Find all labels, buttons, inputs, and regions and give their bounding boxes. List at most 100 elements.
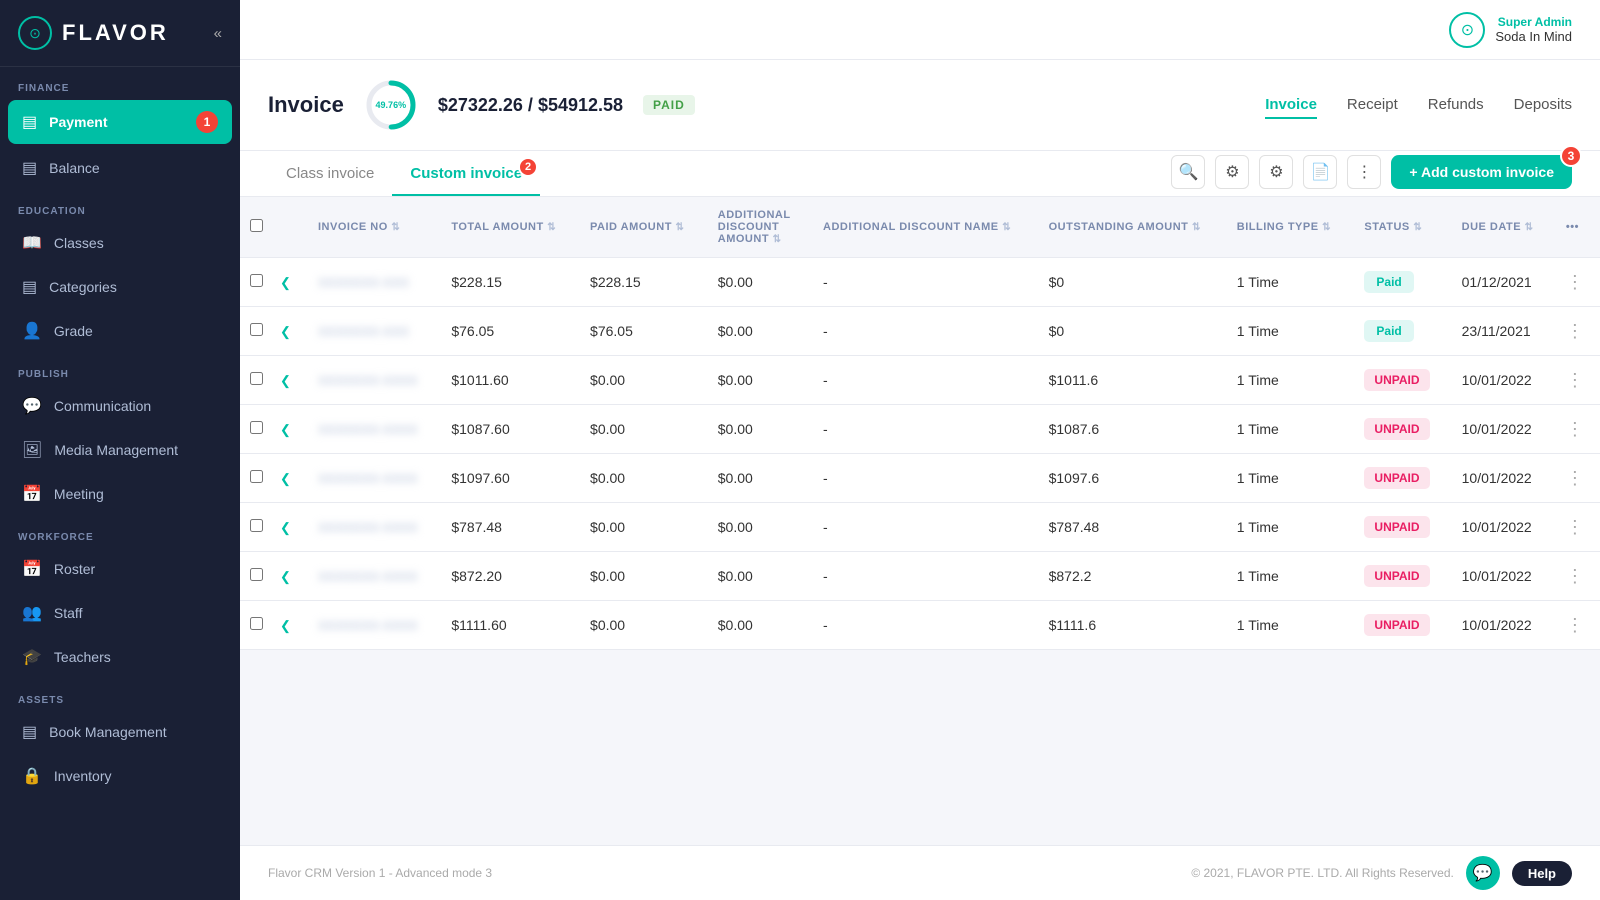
actions-cell[interactable]: ⋮ <box>1552 307 1600 356</box>
more-button[interactable]: ⋮ <box>1347 155 1381 189</box>
actions-cell[interactable]: ⋮ <box>1552 258 1600 307</box>
footer-help-button[interactable]: Help <box>1512 861 1572 886</box>
checkbox-cell[interactable] <box>240 405 276 454</box>
checkbox-cell[interactable] <box>240 258 276 307</box>
expand-cell[interactable]: ❮ <box>276 405 304 454</box>
tab-refunds[interactable]: Refunds <box>1428 92 1484 119</box>
row-checkbox[interactable] <box>250 274 263 287</box>
sidebar-chevron[interactable]: « <box>214 25 222 42</box>
additional-discount-amount-cell: $0.00 <box>704 258 809 307</box>
row-actions-button[interactable]: ⋮ <box>1566 321 1584 342</box>
col-due-date[interactable]: DUE DATE ⇅ <box>1448 197 1552 258</box>
tab-deposits[interactable]: Deposits <box>1514 92 1572 119</box>
row-actions-button[interactable]: ⋮ <box>1566 370 1584 391</box>
row-checkbox[interactable] <box>250 617 263 630</box>
col-total-amount[interactable]: TOTAL AMOUNT ⇅ <box>437 197 576 258</box>
row-checkbox[interactable] <box>250 519 263 532</box>
total-amount-cell: $1087.60 <box>437 405 576 454</box>
row-actions-button[interactable]: ⋮ <box>1566 615 1584 636</box>
expand-button[interactable]: ❮ <box>280 471 291 487</box>
row-checkbox[interactable] <box>250 568 263 581</box>
sidebar-item-communication[interactable]: 💬 Communication <box>8 385 232 427</box>
sidebar-logo[interactable]: ⊙ FLAVOR « <box>0 0 240 67</box>
col-additional-discount-name[interactable]: ADDITIONAL DISCOUNT NAME ⇅ <box>809 197 1035 258</box>
col-billing-type[interactable]: BILLING TYPE ⇅ <box>1223 197 1351 258</box>
checkbox-cell[interactable] <box>240 503 276 552</box>
additional-discount-amount-cell: $0.00 <box>704 454 809 503</box>
actions-cell[interactable]: ⋮ <box>1552 405 1600 454</box>
tab-invoice[interactable]: Invoice <box>1265 92 1317 119</box>
col-paid-amount[interactable]: PAID AMOUNT ⇅ <box>576 197 704 258</box>
col-status[interactable]: STATUS ⇅ <box>1350 197 1447 258</box>
row-actions-button[interactable]: ⋮ <box>1566 419 1584 440</box>
sidebar-item-categories[interactable]: ▤ Categories <box>8 266 232 308</box>
additional-discount-amount-cell: $0.00 <box>704 356 809 405</box>
sidebar-item-teachers[interactable]: 🎓 Teachers <box>8 636 232 678</box>
expand-cell[interactable]: ❮ <box>276 258 304 307</box>
subtab-class-invoice[interactable]: Class invoice <box>268 151 392 196</box>
actions-cell[interactable]: ⋮ <box>1552 552 1600 601</box>
row-actions-button[interactable]: ⋮ <box>1566 272 1584 293</box>
search-button[interactable]: 🔍 <box>1171 155 1205 189</box>
classes-icon: 📖 <box>22 233 42 253</box>
media-icon: 🖼 <box>22 440 42 460</box>
checkbox-cell[interactable] <box>240 454 276 503</box>
subtab-custom-invoice[interactable]: Custom invoice 2 <box>392 151 540 196</box>
export-button[interactable]: 📄 <box>1303 155 1337 189</box>
row-checkbox[interactable] <box>250 323 263 336</box>
actions-cell[interactable]: ⋮ <box>1552 601 1600 650</box>
sidebar-item-inventory[interactable]: 🔒 Inventory <box>8 755 232 797</box>
expand-button[interactable]: ❮ <box>280 618 291 634</box>
actions-cell[interactable]: ⋮ <box>1552 356 1600 405</box>
tab-receipt[interactable]: Receipt <box>1347 92 1398 119</box>
total-amount-cell: $76.05 <box>437 307 576 356</box>
actions-cell[interactable]: ⋮ <box>1552 503 1600 552</box>
expand-cell[interactable]: ❮ <box>276 503 304 552</box>
sidebar-item-staff[interactable]: 👥 Staff <box>8 592 232 634</box>
footer-chat-button[interactable]: 💬 <box>1466 856 1500 890</box>
row-checkbox[interactable] <box>250 470 263 483</box>
col-outstanding-amount[interactable]: OUTSTANDING AMOUNT ⇅ <box>1035 197 1223 258</box>
sidebar-item-book[interactable]: ▤ Book Management <box>8 711 232 753</box>
content-area: Invoice 49.76% $27322.26 / $54912.58 PAI… <box>240 60 1600 845</box>
expand-cell[interactable]: ❮ <box>276 356 304 405</box>
sidebar-item-balance[interactable]: ▤ Balance <box>8 147 232 189</box>
row-actions-button[interactable]: ⋮ <box>1566 468 1584 489</box>
filter-button[interactable]: ⚙ <box>1215 155 1249 189</box>
checkbox-cell[interactable] <box>240 356 276 405</box>
status-badge: UNPAID <box>1364 418 1429 440</box>
row-actions-button[interactable]: ⋮ <box>1566 517 1584 538</box>
checkbox-cell[interactable] <box>240 601 276 650</box>
expand-cell[interactable]: ❮ <box>276 307 304 356</box>
checkbox-cell[interactable] <box>240 307 276 356</box>
sidebar-item-payment[interactable]: ▤ Payment 1 <box>8 100 232 144</box>
expand-cell[interactable]: ❮ <box>276 601 304 650</box>
expand-button[interactable]: ❮ <box>280 324 291 340</box>
sidebar-item-grade[interactable]: 👤 Grade <box>8 310 232 352</box>
expand-button[interactable]: ❮ <box>280 275 291 291</box>
settings-button[interactable]: ⚙ <box>1259 155 1293 189</box>
expand-cell[interactable]: ❮ <box>276 552 304 601</box>
col-additional-discount-amount[interactable]: ADDITIONALDISCOUNTAMOUNT ⇅ <box>704 197 809 258</box>
actions-cell[interactable]: ⋮ <box>1552 454 1600 503</box>
row-actions-button[interactable]: ⋮ <box>1566 566 1584 587</box>
sidebar-item-roster[interactable]: 📅 Roster <box>8 548 232 590</box>
additional-discount-amount-cell: $0.00 <box>704 552 809 601</box>
sidebar-item-classes[interactable]: 📖 Classes <box>8 222 232 264</box>
checkbox-cell[interactable] <box>240 552 276 601</box>
expand-cell[interactable]: ❮ <box>276 454 304 503</box>
add-custom-invoice-button[interactable]: + Add custom invoice <box>1391 155 1572 189</box>
expand-button[interactable]: ❮ <box>280 422 291 438</box>
expand-button[interactable]: ❮ <box>280 373 291 389</box>
expand-button[interactable]: ❮ <box>280 520 291 536</box>
row-checkbox[interactable] <box>250 421 263 434</box>
col-invoice-no[interactable]: INVOICE NO ⇅ <box>304 197 437 258</box>
expand-button[interactable]: ❮ <box>280 569 291 585</box>
sidebar-item-meeting[interactable]: 📅 Meeting <box>8 473 232 515</box>
select-all-checkbox[interactable] <box>250 219 263 232</box>
sidebar-item-media[interactable]: 🖼 Media Management <box>8 429 232 471</box>
paid-amount-cell: $0.00 <box>576 356 704 405</box>
sort-icon: ⇅ <box>1525 222 1534 233</box>
sidebar-item-label: Payment <box>49 114 107 130</box>
row-checkbox[interactable] <box>250 372 263 385</box>
